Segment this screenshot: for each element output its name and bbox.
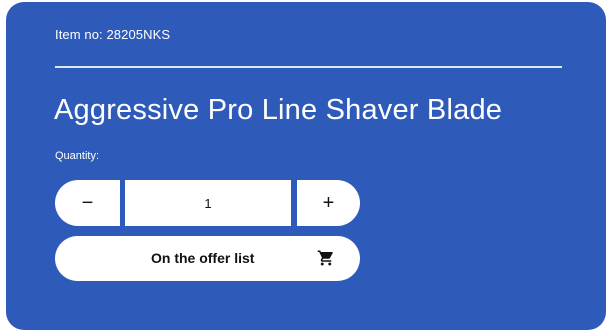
item-number: Item no: 28205NKS — [55, 27, 171, 42]
product-title: Aggressive Pro Line Shaver Blade — [54, 94, 503, 126]
cart-icon — [317, 250, 333, 266]
quantity-input[interactable] — [125, 180, 291, 226]
product-card: Item no: 28205NKS Aggressive Pro Line Sh… — [6, 2, 606, 330]
decrement-button[interactable]: − — [55, 180, 120, 226]
quantity-stepper: − + — [55, 180, 360, 226]
increment-button[interactable]: + — [297, 180, 360, 226]
divider — [55, 66, 562, 68]
offer-list-label: On the offer list — [151, 250, 255, 266]
quantity-label: Quantity: — [55, 150, 100, 162]
add-to-offer-list-button[interactable]: On the offer list — [55, 236, 360, 281]
